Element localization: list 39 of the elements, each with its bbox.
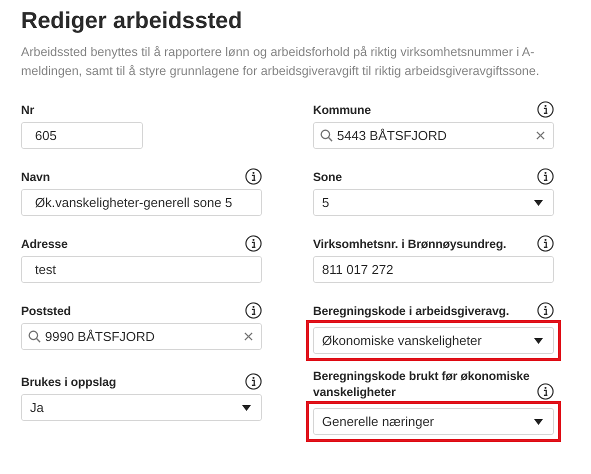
field-label: Navn [21,169,50,185]
clear-icon[interactable] [244,332,253,341]
info-icon[interactable] [537,235,554,252]
info-icon[interactable] [245,373,262,390]
info-icon[interactable] [537,101,554,118]
text-field[interactable]: Øk.vanskeligheter-generell sone 5 [21,189,262,216]
field-label: Brukes i oppslag [21,374,116,390]
info-icon[interactable] [537,383,554,400]
search-field[interactable]: 5443 BÅTSFJORD [313,122,554,149]
info-icon[interactable] [537,168,554,185]
dropdown[interactable]: Økonomiske vanskeligheter [313,327,554,354]
search-icon [28,330,41,343]
field-label: Kommune [313,102,371,118]
field-label: Beregningskode brukt før økonomiske vanskeligheter [313,368,531,400]
search-icon [320,129,333,142]
field-label: Sone [313,169,342,185]
field-label: Poststed [21,303,71,319]
search-field[interactable]: 9990 BÅTSFJORD [21,323,262,350]
field-label: Beregningskode i arbeidsgiveravg. [313,303,510,319]
clear-icon[interactable] [536,131,545,140]
description: Arbeidssted benyttes til å rapportere lønn og arbeidsforhold på riktig virksomhetsnummer i A-meldingen, samt til å styre grunnlagene for arbeidsgiveravgift til riktig arbeidsgiveravgiftssone. [21,44,540,80]
dropdown[interactable]: 5 [313,189,554,216]
field-label: Adresse [21,236,68,252]
info-icon[interactable] [245,235,262,252]
field-label: Virksomhetsnr. i Brønnøysundreg. [313,236,506,252]
field-label: Nr [21,102,34,118]
number-field[interactable]: 605 [21,122,143,149]
info-icon[interactable] [245,302,262,319]
text-field[interactable]: test [21,256,262,283]
caret-icon [242,404,251,410]
dropdown[interactable]: Ja [21,394,262,421]
caret-icon [534,200,543,206]
dropdown[interactable]: Generelle næringer [313,408,554,435]
text-field[interactable]: 811 017 272 [313,256,554,283]
info-icon[interactable] [245,168,262,185]
page-title: Rediger arbeidssted [21,6,244,35]
info-icon[interactable] [537,302,554,319]
caret-icon [534,418,543,424]
caret-icon [534,338,543,344]
